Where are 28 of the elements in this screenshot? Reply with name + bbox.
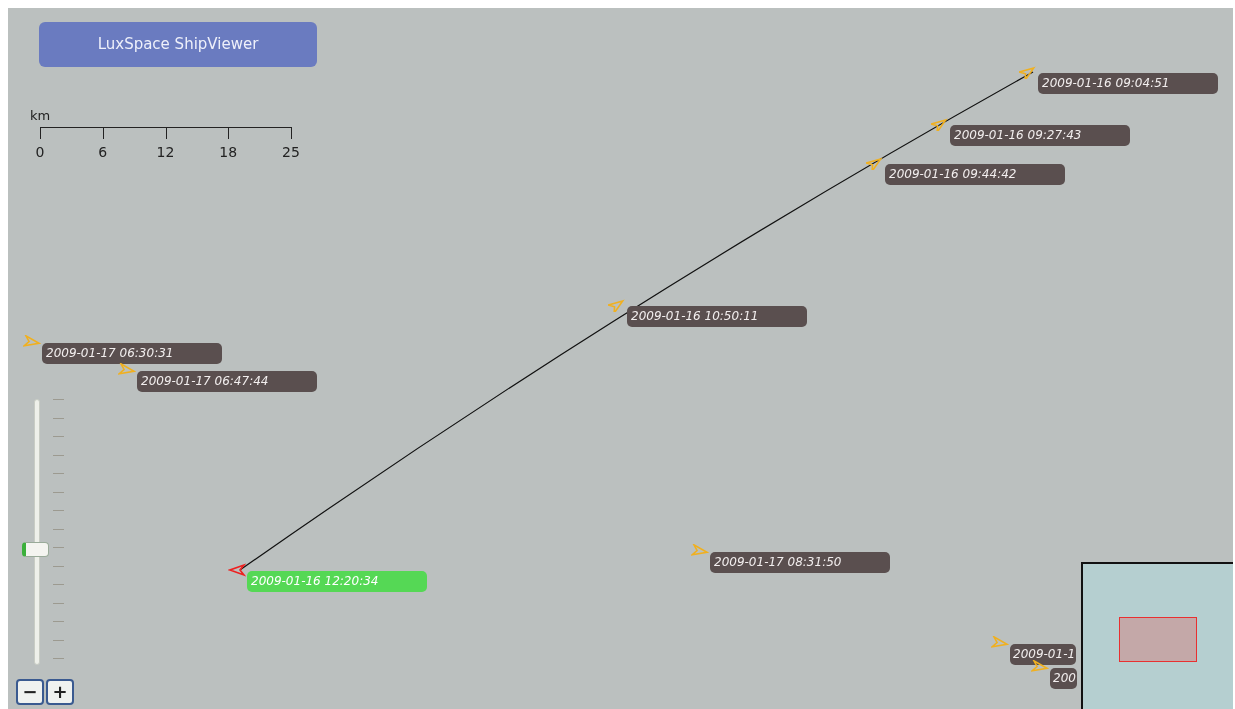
scale-unit: km	[30, 107, 51, 125]
ship-label[interactable]: 2009-01-1	[1010, 644, 1077, 665]
ship-label[interactable]: 200	[1050, 668, 1077, 689]
ship-label[interactable]: 2009-01-16 09:44:42	[885, 164, 1065, 185]
ship-icon[interactable]	[866, 156, 884, 170]
zoom-out-button[interactable]: −	[16, 679, 44, 705]
map-canvas[interactable]	[8, 8, 1233, 709]
zoom-in-button[interactable]: +	[46, 679, 74, 705]
scale-label: 0	[35, 143, 45, 162]
ship-icon[interactable]	[118, 363, 136, 377]
ship-label[interactable]: 2009-01-17 06:47:44	[137, 371, 317, 392]
scale-label: 18	[219, 143, 238, 162]
scale-label: 25	[282, 143, 300, 162]
scale-label: 12	[156, 143, 175, 162]
ship-icon[interactable]	[1031, 660, 1049, 674]
zoom-thumb[interactable]	[22, 542, 49, 558]
ship-icon[interactable]	[228, 563, 246, 577]
ship-label[interactable]: 2009-01-17 06:30:31	[42, 343, 222, 364]
ship-label[interactable]: 2009-01-16 09:04:51	[1038, 73, 1218, 94]
ship-label[interactable]: 2009-01-16 09:27:43	[950, 125, 1130, 146]
scale-label: 6	[98, 143, 108, 162]
minimap[interactable]	[1081, 562, 1233, 709]
ship-icon[interactable]	[1019, 65, 1037, 79]
ship-label[interactable]: 2009-01-17 08:31:50	[710, 552, 890, 573]
ship-label[interactable]: 2009-01-16 10:50:11	[627, 306, 807, 327]
title-button[interactable]: LuxSpace ShipViewer	[39, 22, 317, 67]
zoom-slider[interactable]	[22, 399, 49, 665]
ship-icon[interactable]	[931, 117, 949, 131]
